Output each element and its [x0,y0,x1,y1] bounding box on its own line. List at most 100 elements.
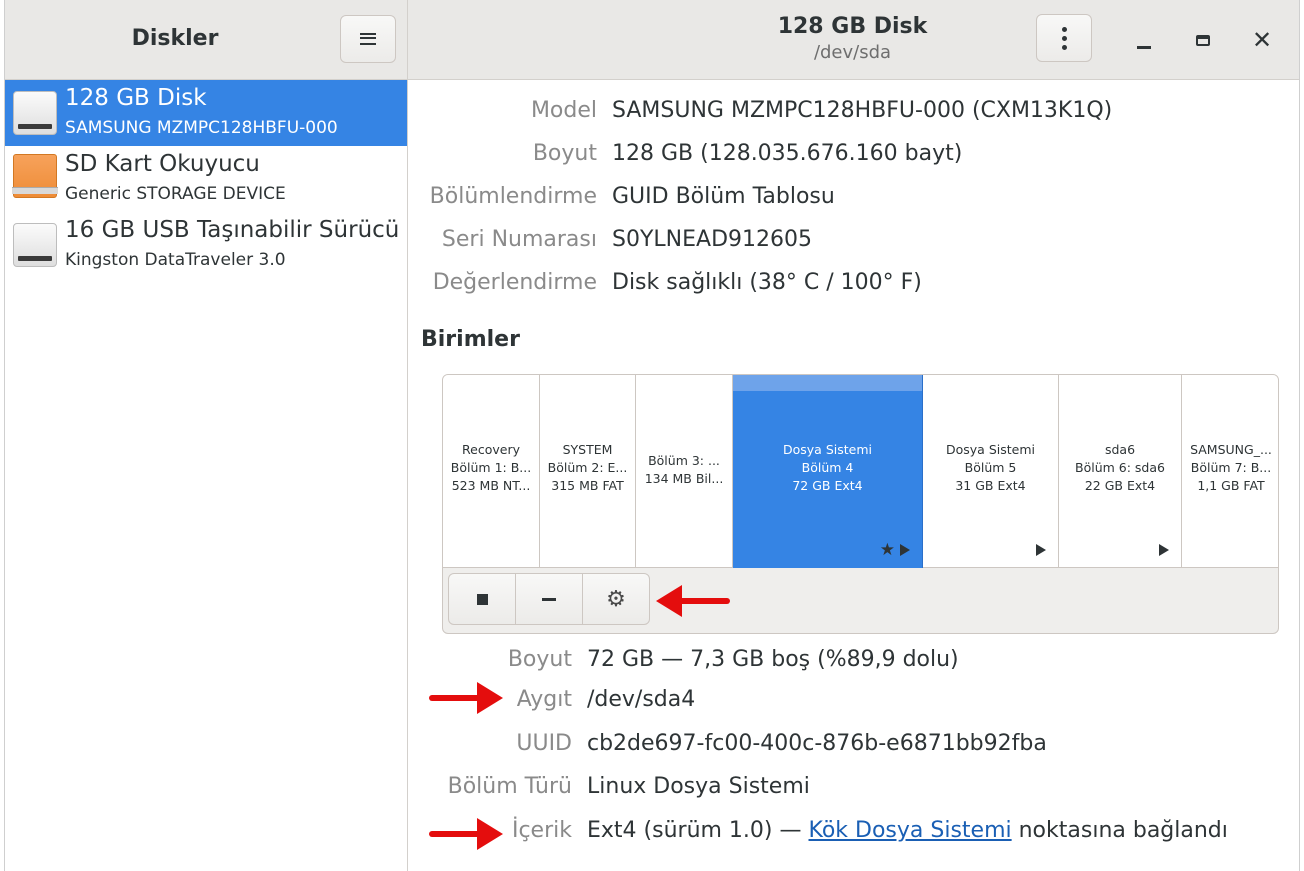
volume-partition-3[interactable]: Bölüm 3: ... 134 MB Bil... [636,375,733,568]
gears-icon: ⚙ [606,586,626,612]
volume-top-band [733,375,922,391]
property-key: Boyut [532,141,597,166]
property-value: Disk sağlıklı (38° C / 100° F) [612,270,922,295]
volume-name: Dosya Sistemi [783,442,872,457]
mount-point-link[interactable]: Kök Dosya Sistemi [809,818,1012,843]
volume-size: 523 MB NT... [451,478,531,493]
annotation-arrow-right [429,682,503,714]
kebab-menu-icon [1061,26,1067,50]
usb-drive-icon [13,223,57,267]
volume-toolbar: ⚙ [448,573,650,625]
drive-name: 16 GB USB Taşınabilir Sürücü [65,217,400,243]
property-key: Boyut [507,647,572,672]
volume-partition-5[interactable]: Dosya Sistemi Bölüm 5 31 GB Ext4 [923,375,1059,568]
property-key: Seri Numarası [441,227,597,252]
property-key: Bölüm Türü [447,774,572,799]
property-value: 72 GB — 7,3 GB boş (%89,9 dolu) [587,647,959,672]
minus-icon [542,597,556,601]
sd-card-icon [12,154,58,198]
property-value: cb2de697-fc00-400c-876b-e6871bb92fba [587,731,1047,756]
volumes-title: Birimler [421,327,520,352]
volume-partition: Bölüm 4 [801,460,854,475]
volume-label: Bölüm 3: ... 134 MB Bil... [636,452,732,488]
property-value: SAMSUNG MZMPC128HBFU-000 (CXM13K1Q) [612,98,1113,123]
volume-label: Dosya Sistemi Bölüm 5 31 GB Ext4 [923,441,1058,495]
unmount-button[interactable] [449,574,516,624]
window-title-block: 128 GB Disk /dev/sda [605,14,1100,66]
drive-model: Generic STORAGE DEVICE [65,184,286,204]
volume-name: sda6 [1104,442,1136,457]
disks-window: Diskler 128 GB Disk /dev/sda ✕ 128 GB Di… [4,0,1300,871]
close-icon: ✕ [1251,26,1273,54]
property-key: Model [530,98,597,123]
property-value: /dev/sda4 [587,687,696,712]
drive-model: SAMSUNG MZMPC128HBFU-000 [65,118,338,138]
close-button[interactable]: ✕ [1248,26,1276,54]
hdd-icon [13,91,57,135]
maximize-icon [1196,34,1210,46]
play-arrow-icon [900,544,910,556]
content-prefix: Ext4 (sürüm 1.0) — [587,818,809,843]
volume-partition-4[interactable]: Dosya Sistemi Bölüm 4 72 GB Ext4 ★ [733,375,923,568]
volume-partition-1[interactable]: Recovery Bölüm 1: B... 523 MB NT... [443,375,540,568]
app-menu-button[interactable] [340,15,396,63]
volume-size: 315 MB FAT [551,478,624,493]
property-value: Ext4 (sürüm 1.0) — Kök Dosya Sistemi nok… [587,818,1228,843]
drive-item-usb[interactable]: 16 GB USB Taşınabilir Sürücü Kingston Da… [5,212,407,278]
property-value: GUID Bölüm Tablosu [612,184,835,209]
volume-size: 1,1 GB FAT [1197,478,1265,493]
volume-label: sda6 Bölüm 6: sda6 22 GB Ext4 [1059,441,1181,495]
property-key: UUID [516,731,572,756]
window-title: 128 GB Disk [777,14,928,39]
volume-label: SYSTEM Bölüm 2: E... 315 MB FAT [540,441,635,495]
volume-name: SAMSUNG_... [1190,442,1272,457]
drive-item-128gb-disk[interactable]: 128 GB Disk SAMSUNG MZMPC128HBFU-000 [5,80,407,146]
drive-item-sd-card[interactable]: SD Kart Okuyucu Generic STORAGE DEVICE [5,146,407,212]
delete-partition-button[interactable] [516,574,583,624]
volume-label: Recovery Bölüm 1: B... 523 MB NT... [443,441,539,495]
play-arrow-icon [1159,544,1169,556]
volume-partition: Bölüm 2: E... [547,460,628,475]
volume-partition: Bölüm 3: ... [648,453,720,468]
volume-partition-6[interactable]: sda6 Bölüm 6: sda6 22 GB Ext4 [1059,375,1182,568]
minimize-icon [1137,45,1151,49]
volume-partition: Bölüm 5 [964,460,1017,475]
volume-partition: Bölüm 1: B... [450,460,532,475]
volume-name: Dosya Sistemi [946,442,1035,457]
sidebar-header: Diskler [5,0,408,80]
sidebar-title: Diskler [131,26,219,51]
drive-details: Model SAMSUNG MZMPC128HBFU-000 (CXM13K1Q… [409,80,1299,871]
property-key: Değerlendirme [432,270,597,295]
volume-name: Recovery [462,442,520,457]
volume-partition-2[interactable]: SYSTEM Bölüm 2: E... 315 MB FAT [540,375,636,568]
volume-size: 134 MB Bil... [644,471,724,486]
volume-size: 31 GB Ext4 [955,478,1026,493]
volume-label: SAMSUNG_... Bölüm 7: B... 1,1 GB FAT [1182,441,1278,495]
volume-size: 22 GB Ext4 [1084,478,1156,493]
drive-list: 128 GB Disk SAMSUNG MZMPC128HBFU-000 SD … [5,80,408,871]
volume-name: SYSTEM [562,442,613,457]
header-bar: Diskler 128 GB Disk /dev/sda ✕ [5,0,1299,80]
volume-partition: Bölüm 6: sda6 [1075,460,1165,475]
volume-partition-7[interactable]: SAMSUNG_... Bölüm 7: B... 1,1 GB FAT [1182,375,1278,568]
partition-options-button[interactable]: ⚙ [583,574,649,624]
drive-name: 128 GB Disk [65,85,207,111]
content-suffix: noktasına bağlandı [1011,818,1228,843]
star-icon: ★ [879,540,895,560]
volume-partition: Bölüm 7: B... [1190,460,1272,475]
play-arrow-icon [1036,544,1046,556]
property-key: Bölümlendirme [429,184,597,209]
drive-menu-button[interactable] [1036,14,1092,62]
property-value: 128 GB (128.035.676.160 bayt) [612,141,963,166]
volume-size: 72 GB Ext4 [792,478,863,493]
drive-name: SD Kart Okuyucu [65,151,260,177]
maximize-button[interactable] [1189,26,1217,54]
hamburger-icon [360,33,376,45]
property-value: S0YLNEAD912605 [612,227,812,252]
volumes-panel: Recovery Bölüm 1: B... 523 MB NT... SYST… [442,374,1279,634]
property-value: Linux Dosya Sistemi [587,774,810,799]
minimize-button[interactable] [1130,26,1158,54]
drive-model: Kingston DataTraveler 3.0 [65,250,286,270]
volume-label: Dosya Sistemi Bölüm 4 72 GB Ext4 [733,441,922,495]
stop-icon [476,593,488,605]
